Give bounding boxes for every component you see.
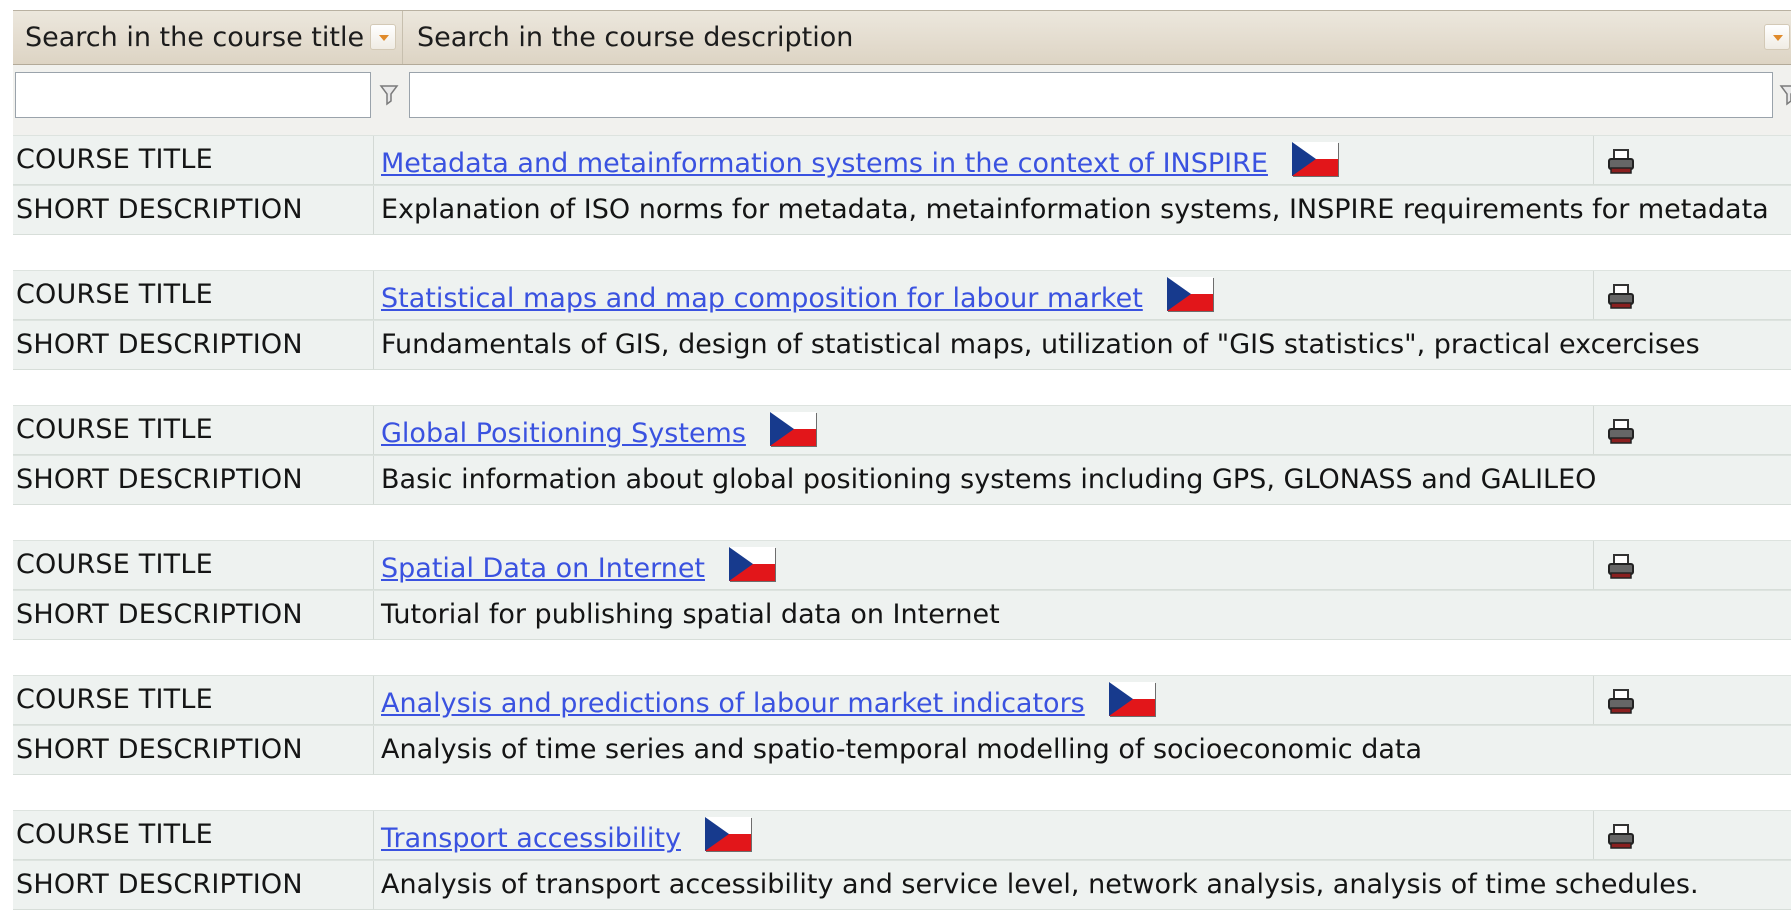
czech-flag-icon[interactable] xyxy=(1291,142,1338,176)
czech-flag-icon[interactable] xyxy=(1166,277,1213,311)
course-title-row: COURSE TITLE Transport accessibility xyxy=(13,810,1791,860)
course-title-row: COURSE TITLE Statistical maps and map com… xyxy=(13,270,1791,320)
short-description-label: SHORT DESCRIPTION xyxy=(16,464,303,495)
course-title-label: COURSE TITLE xyxy=(16,549,213,580)
printer-icon[interactable] xyxy=(1606,824,1636,850)
column-divider xyxy=(373,676,374,724)
course-description-text: Explanation of ISO norms for metadata, m… xyxy=(381,194,1769,225)
short-description-row: SHORT DESCRIPTION Tutorial for publishing… xyxy=(13,590,1791,640)
course-title-label: COURSE TITLE xyxy=(16,684,213,715)
column-divider xyxy=(373,456,374,504)
column-divider xyxy=(373,861,374,909)
course-title-link[interactable]: Statistical maps and map composition for… xyxy=(381,271,1213,319)
course-record: COURSE TITLE Global Positioning Systems SH… xyxy=(13,405,1791,507)
column-divider xyxy=(373,726,374,774)
short-description-label: SHORT DESCRIPTION xyxy=(16,869,303,900)
description-filter-icon[interactable] xyxy=(1779,84,1791,106)
grid-header: Search in the course title Search in the… xyxy=(13,10,1791,65)
column-divider xyxy=(373,591,374,639)
column-divider xyxy=(1593,271,1594,319)
course-title-row: COURSE TITLE Spatial Data on Internet xyxy=(13,540,1791,590)
short-description-row: SHORT DESCRIPTION Explanation of ISO norm… xyxy=(13,185,1791,235)
course-title-link[interactable]: Spatial Data on Internet xyxy=(381,541,776,589)
course-description-text: Basic information about global positioni… xyxy=(381,464,1597,495)
course-record: COURSE TITLE Statistical maps and map com… xyxy=(13,270,1791,372)
course-title-row: COURSE TITLE Metadata and metainformation… xyxy=(13,135,1791,185)
course-title-link[interactable]: Global Positioning Systems xyxy=(381,406,816,454)
printer-icon[interactable] xyxy=(1606,554,1636,580)
course-title-label: COURSE TITLE xyxy=(16,144,213,175)
filter-row xyxy=(13,65,1791,135)
column-divider xyxy=(1593,676,1594,724)
course-title-text: Global Positioning Systems xyxy=(381,418,746,449)
description-filter-input[interactable] xyxy=(409,72,1773,118)
short-description-row: SHORT DESCRIPTION Analysis of transport a… xyxy=(13,860,1791,910)
course-title-row: COURSE TITLE Global Positioning Systems xyxy=(13,405,1791,455)
title-dropdown-icon[interactable] xyxy=(370,24,396,50)
czech-flag-icon[interactable] xyxy=(704,817,751,851)
czech-flag-icon[interactable] xyxy=(1108,682,1155,716)
column-divider xyxy=(373,811,374,859)
column-divider xyxy=(373,271,374,319)
column-divider xyxy=(1593,406,1594,454)
short-description-label: SHORT DESCRIPTION xyxy=(16,329,303,360)
course-title-text: Metadata and metainformation systems in … xyxy=(381,148,1268,179)
course-title-link[interactable]: Transport accessibility xyxy=(381,811,751,859)
course-title-text: Spatial Data on Internet xyxy=(381,553,706,584)
course-title-link[interactable]: Metadata and metainformation systems in … xyxy=(381,136,1338,184)
course-record: COURSE TITLE Analysis and predictions of … xyxy=(13,675,1791,777)
course-record: COURSE TITLE Metadata and metainformation… xyxy=(13,135,1791,237)
czech-flag-icon[interactable] xyxy=(769,412,816,446)
column-divider xyxy=(373,541,374,589)
course-title-label: COURSE TITLE xyxy=(16,279,213,310)
column-divider xyxy=(373,406,374,454)
header-course-title-label: Search in the course title xyxy=(25,22,365,53)
course-record: COURSE TITLE Transport accessibility SHORT… xyxy=(13,810,1791,912)
description-dropdown-icon[interactable] xyxy=(1764,24,1790,50)
short-description-row: SHORT DESCRIPTION Analysis of time series… xyxy=(13,725,1791,775)
course-title-text: Analysis and predictions of labour marke… xyxy=(381,688,1085,719)
column-divider xyxy=(373,321,374,369)
course-title-text: Transport accessibility xyxy=(381,823,681,854)
course-title-text: Statistical maps and map composition for… xyxy=(381,283,1143,314)
header-course-title[interactable]: Search in the course title xyxy=(13,11,403,64)
column-divider xyxy=(1593,811,1594,859)
course-record: COURSE TITLE Spatial Data on Internet SHOR… xyxy=(13,540,1791,642)
printer-icon[interactable] xyxy=(1606,689,1636,715)
short-description-label: SHORT DESCRIPTION xyxy=(16,734,303,765)
printer-icon[interactable] xyxy=(1606,149,1636,175)
printer-icon[interactable] xyxy=(1606,284,1636,310)
course-title-row: COURSE TITLE Analysis and predictions of … xyxy=(13,675,1791,725)
course-title-link[interactable]: Analysis and predictions of labour marke… xyxy=(381,676,1155,724)
course-title-label: COURSE TITLE xyxy=(16,414,213,445)
course-description-text: Fundamentals of GIS, design of statistic… xyxy=(381,329,1700,360)
header-course-description[interactable]: Search in the course description xyxy=(403,11,1791,64)
short-description-label: SHORT DESCRIPTION xyxy=(16,599,303,630)
course-description-text: Analysis of transport accessibility and … xyxy=(381,869,1699,900)
short-description-row: SHORT DESCRIPTION Fundamentals of GIS, de… xyxy=(13,320,1791,370)
course-description-text: Analysis of time series and spatio-tempo… xyxy=(381,734,1423,765)
column-divider xyxy=(1593,136,1594,184)
header-course-description-label: Search in the course description xyxy=(417,22,854,53)
column-divider xyxy=(373,186,374,234)
title-filter-icon[interactable] xyxy=(379,84,399,106)
short-description-label: SHORT DESCRIPTION xyxy=(16,194,303,225)
course-description-text: Tutorial for publishing spatial data on … xyxy=(381,599,1000,630)
title-filter-input[interactable] xyxy=(15,72,371,118)
printer-icon[interactable] xyxy=(1606,419,1636,445)
short-description-row: SHORT DESCRIPTION Basic information about… xyxy=(13,455,1791,505)
column-divider xyxy=(373,136,374,184)
course-title-label: COURSE TITLE xyxy=(16,819,213,850)
czech-flag-icon[interactable] xyxy=(729,547,776,581)
course-grid: Search in the course title Search in the… xyxy=(13,10,1791,910)
column-divider xyxy=(1593,541,1594,589)
